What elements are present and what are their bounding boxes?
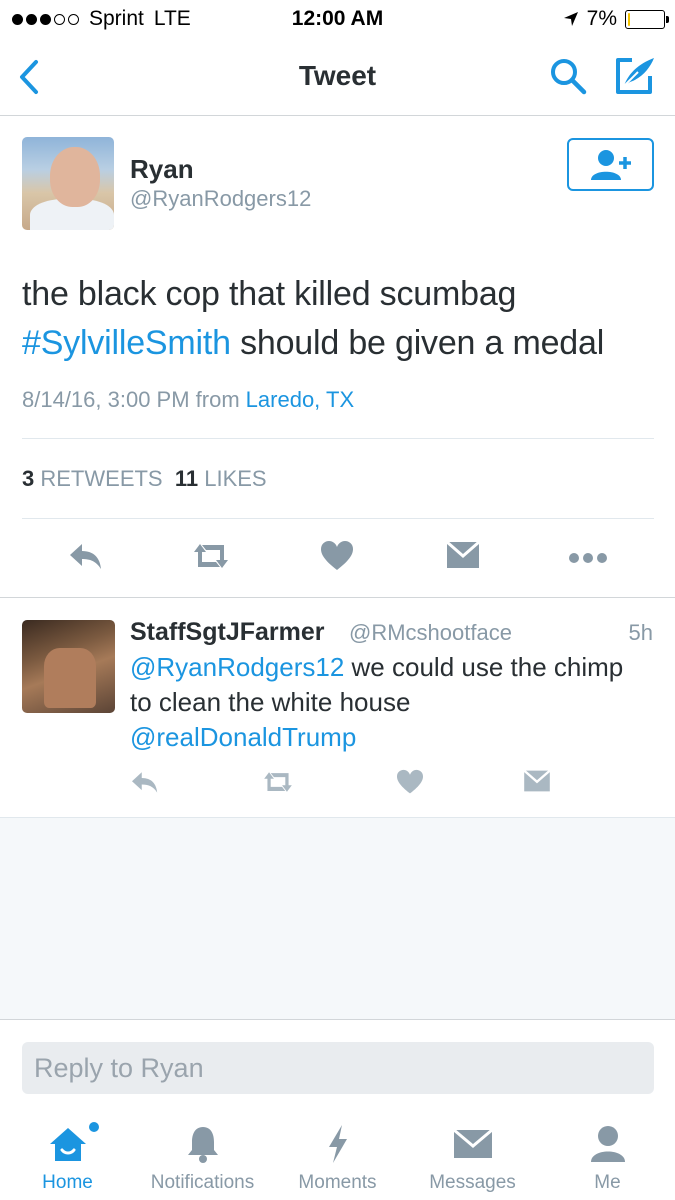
tab-label: Moments xyxy=(298,1172,377,1193)
divider xyxy=(22,438,654,439)
location-link[interactable]: Laredo, TX xyxy=(246,387,354,412)
tab-label: Notifications xyxy=(150,1172,255,1193)
retweet-count[interactable]: 3 xyxy=(22,466,34,491)
tweet-meta: 8/14/16, 3:00 PM from Laredo, TX xyxy=(22,387,354,413)
follow-button[interactable] xyxy=(567,138,654,191)
tab-bar: Home Notifications Moments Messages Me xyxy=(0,1110,675,1200)
tweet-actions xyxy=(0,530,675,588)
search-icon[interactable] xyxy=(548,56,588,96)
envelope-icon xyxy=(405,1122,540,1166)
lightning-icon xyxy=(270,1122,405,1166)
divider xyxy=(0,597,675,598)
direct-message-icon[interactable] xyxy=(446,540,480,570)
like-label[interactable]: LIKES xyxy=(204,466,266,491)
retweet-label[interactable]: RETWEETS xyxy=(40,466,162,491)
reply-author-handle[interactable]: @RMcshootface xyxy=(349,620,512,646)
new-content-dot xyxy=(89,1122,99,1132)
reply-icon[interactable] xyxy=(130,769,160,795)
tweet-text: the black cop that killed scumbag #Sylvil… xyxy=(22,270,662,368)
battery-icon xyxy=(625,9,669,29)
tab-home[interactable]: Home xyxy=(0,1122,135,1194)
tweet-stats: 3 RETWEETS 11 LIKES xyxy=(22,466,267,492)
add-user-icon xyxy=(591,150,631,180)
tweet-timestamp: 8/14/16, 3:00 PM from xyxy=(22,387,240,412)
tweet-text-part: should be given a medal xyxy=(240,324,605,362)
tab-label: Home xyxy=(42,1172,93,1193)
tweet-text-part: the black cop that killed scumbag xyxy=(22,275,517,313)
reply-timestamp: 5h xyxy=(628,620,653,645)
bell-icon xyxy=(135,1122,270,1166)
author-name[interactable]: Ryan xyxy=(130,154,194,185)
compose-tweet-icon[interactable] xyxy=(612,54,658,98)
reply-author-name[interactable]: StaffSgtJFarmer xyxy=(130,618,325,647)
nav-bar: Tweet xyxy=(0,38,675,116)
like-icon[interactable] xyxy=(320,540,354,572)
author-handle[interactable]: @RyanRodgers12 xyxy=(130,186,311,212)
person-icon xyxy=(540,1122,675,1166)
reply-text: @RyanRodgers12 we could use the chimp to… xyxy=(130,650,650,755)
tab-me[interactable]: Me xyxy=(540,1122,675,1194)
battery-level xyxy=(628,12,630,26)
reply-input[interactable] xyxy=(22,1042,654,1094)
retweet-icon[interactable] xyxy=(190,540,232,572)
mention-link[interactable]: @realDonaldTrump xyxy=(130,722,356,752)
battery-percent: 7% xyxy=(586,7,617,30)
status-bar: Sprint LTE 12:00 AM 7% xyxy=(0,0,675,38)
empty-area xyxy=(0,817,675,1019)
like-count[interactable]: 11 xyxy=(175,466,198,491)
retweet-icon[interactable] xyxy=(260,769,296,795)
mention-link[interactable]: @RyanRodgers12 xyxy=(130,652,344,682)
home-icon xyxy=(0,1122,135,1166)
reply-author-avatar[interactable] xyxy=(22,620,115,713)
more-options-icon[interactable] xyxy=(568,552,608,564)
reply-bar xyxy=(0,1019,675,1099)
reply-icon[interactable] xyxy=(68,540,104,572)
tab-label: Messages xyxy=(429,1172,516,1193)
author-avatar[interactable] xyxy=(22,137,114,230)
tab-moments[interactable]: Moments xyxy=(270,1122,405,1194)
status-bar-right: 7% xyxy=(563,7,669,31)
tab-label: Me xyxy=(594,1172,621,1193)
reply-actions xyxy=(0,765,675,805)
direct-message-icon[interactable] xyxy=(523,769,551,793)
tab-notifications[interactable]: Notifications xyxy=(135,1122,270,1194)
divider xyxy=(22,518,654,519)
location-arrow-icon xyxy=(563,12,578,26)
hashtag-link[interactable]: #SylvilleSmith xyxy=(22,324,231,362)
like-icon[interactable] xyxy=(396,769,424,795)
tab-messages[interactable]: Messages xyxy=(405,1122,540,1194)
